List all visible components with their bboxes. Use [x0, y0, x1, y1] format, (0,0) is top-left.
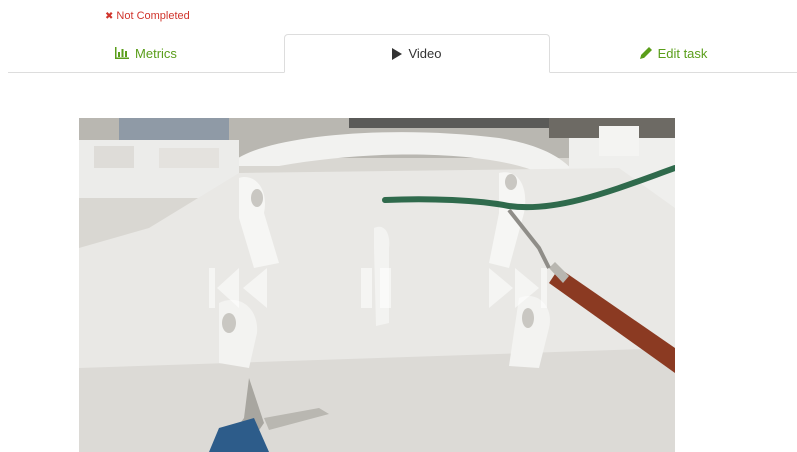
tab-video-label: Video — [408, 46, 442, 61]
pause-icon[interactable] — [361, 268, 393, 313]
bar-chart-icon — [115, 47, 130, 59]
page: ✖ Not Completed Metrics Video Edit task — [0, 0, 797, 452]
completion-status: ✖ Not Completed — [105, 10, 190, 22]
close-icon: ✖ — [105, 10, 114, 22]
skip-back-icon[interactable] — [209, 268, 269, 313]
tab-metrics[interactable]: Metrics — [8, 34, 284, 72]
tab-metrics-label: Metrics — [135, 45, 177, 61]
status-text: Not Completed — [116, 10, 190, 22]
play-icon — [392, 47, 403, 60]
tab-edit-label: Edit task — [657, 45, 708, 61]
pencil-icon — [639, 47, 652, 59]
skip-forward-icon[interactable] — [489, 268, 549, 313]
tab-edit-task[interactable]: Edit task — [550, 34, 797, 72]
tab-bar: Metrics Video Edit task — [8, 34, 797, 73]
video-player[interactable] — [79, 118, 675, 452]
tab-video[interactable]: Video — [284, 34, 550, 73]
